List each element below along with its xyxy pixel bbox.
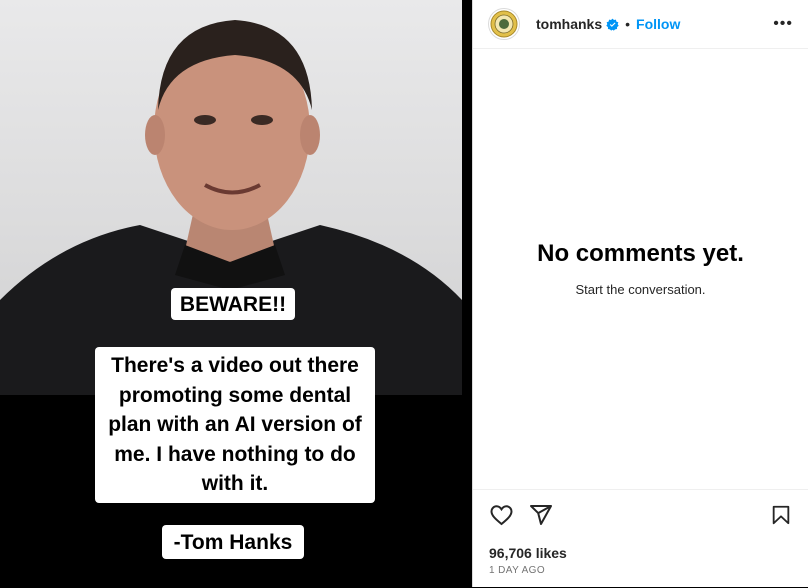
share-icon[interactable] [529,503,553,532]
post-media[interactable]: BEWARE!! There's a video out there promo… [0,0,472,587]
empty-subtitle: Start the conversation. [575,282,706,297]
likes-count[interactable]: 96,706 likes [489,545,567,561]
separator-dot: • [625,16,631,32]
action-icons [489,503,792,529]
follow-button[interactable]: Follow [636,16,680,32]
username[interactable]: tomhanks [536,16,602,32]
caption-beware: BEWARE!! [171,288,295,320]
post-header: tomhanks • Follow ••• [473,0,808,49]
instagram-post: BEWARE!! There's a video out there promo… [0,0,808,587]
bookmark-icon[interactable] [770,503,792,532]
empty-title: No comments yet. [537,240,744,267]
post-sidebar: tomhanks • Follow ••• No comments yet. S… [472,0,808,587]
seal-logo-icon [490,10,518,38]
post-timestamp[interactable]: 1 DAY AGO [489,565,545,576]
comments-empty-state: No comments yet. Start the conversation. [473,240,808,297]
verified-badge-icon [606,18,619,31]
caption-body: There's a video out there promoting some… [95,347,375,503]
action-bar: 96,706 likes 1 DAY AGO [473,489,808,588]
more-options-icon[interactable]: ••• [773,15,793,33]
heart-icon[interactable] [489,503,514,532]
avatar[interactable] [488,8,520,40]
caption-signature: -Tom Hanks [162,525,304,559]
